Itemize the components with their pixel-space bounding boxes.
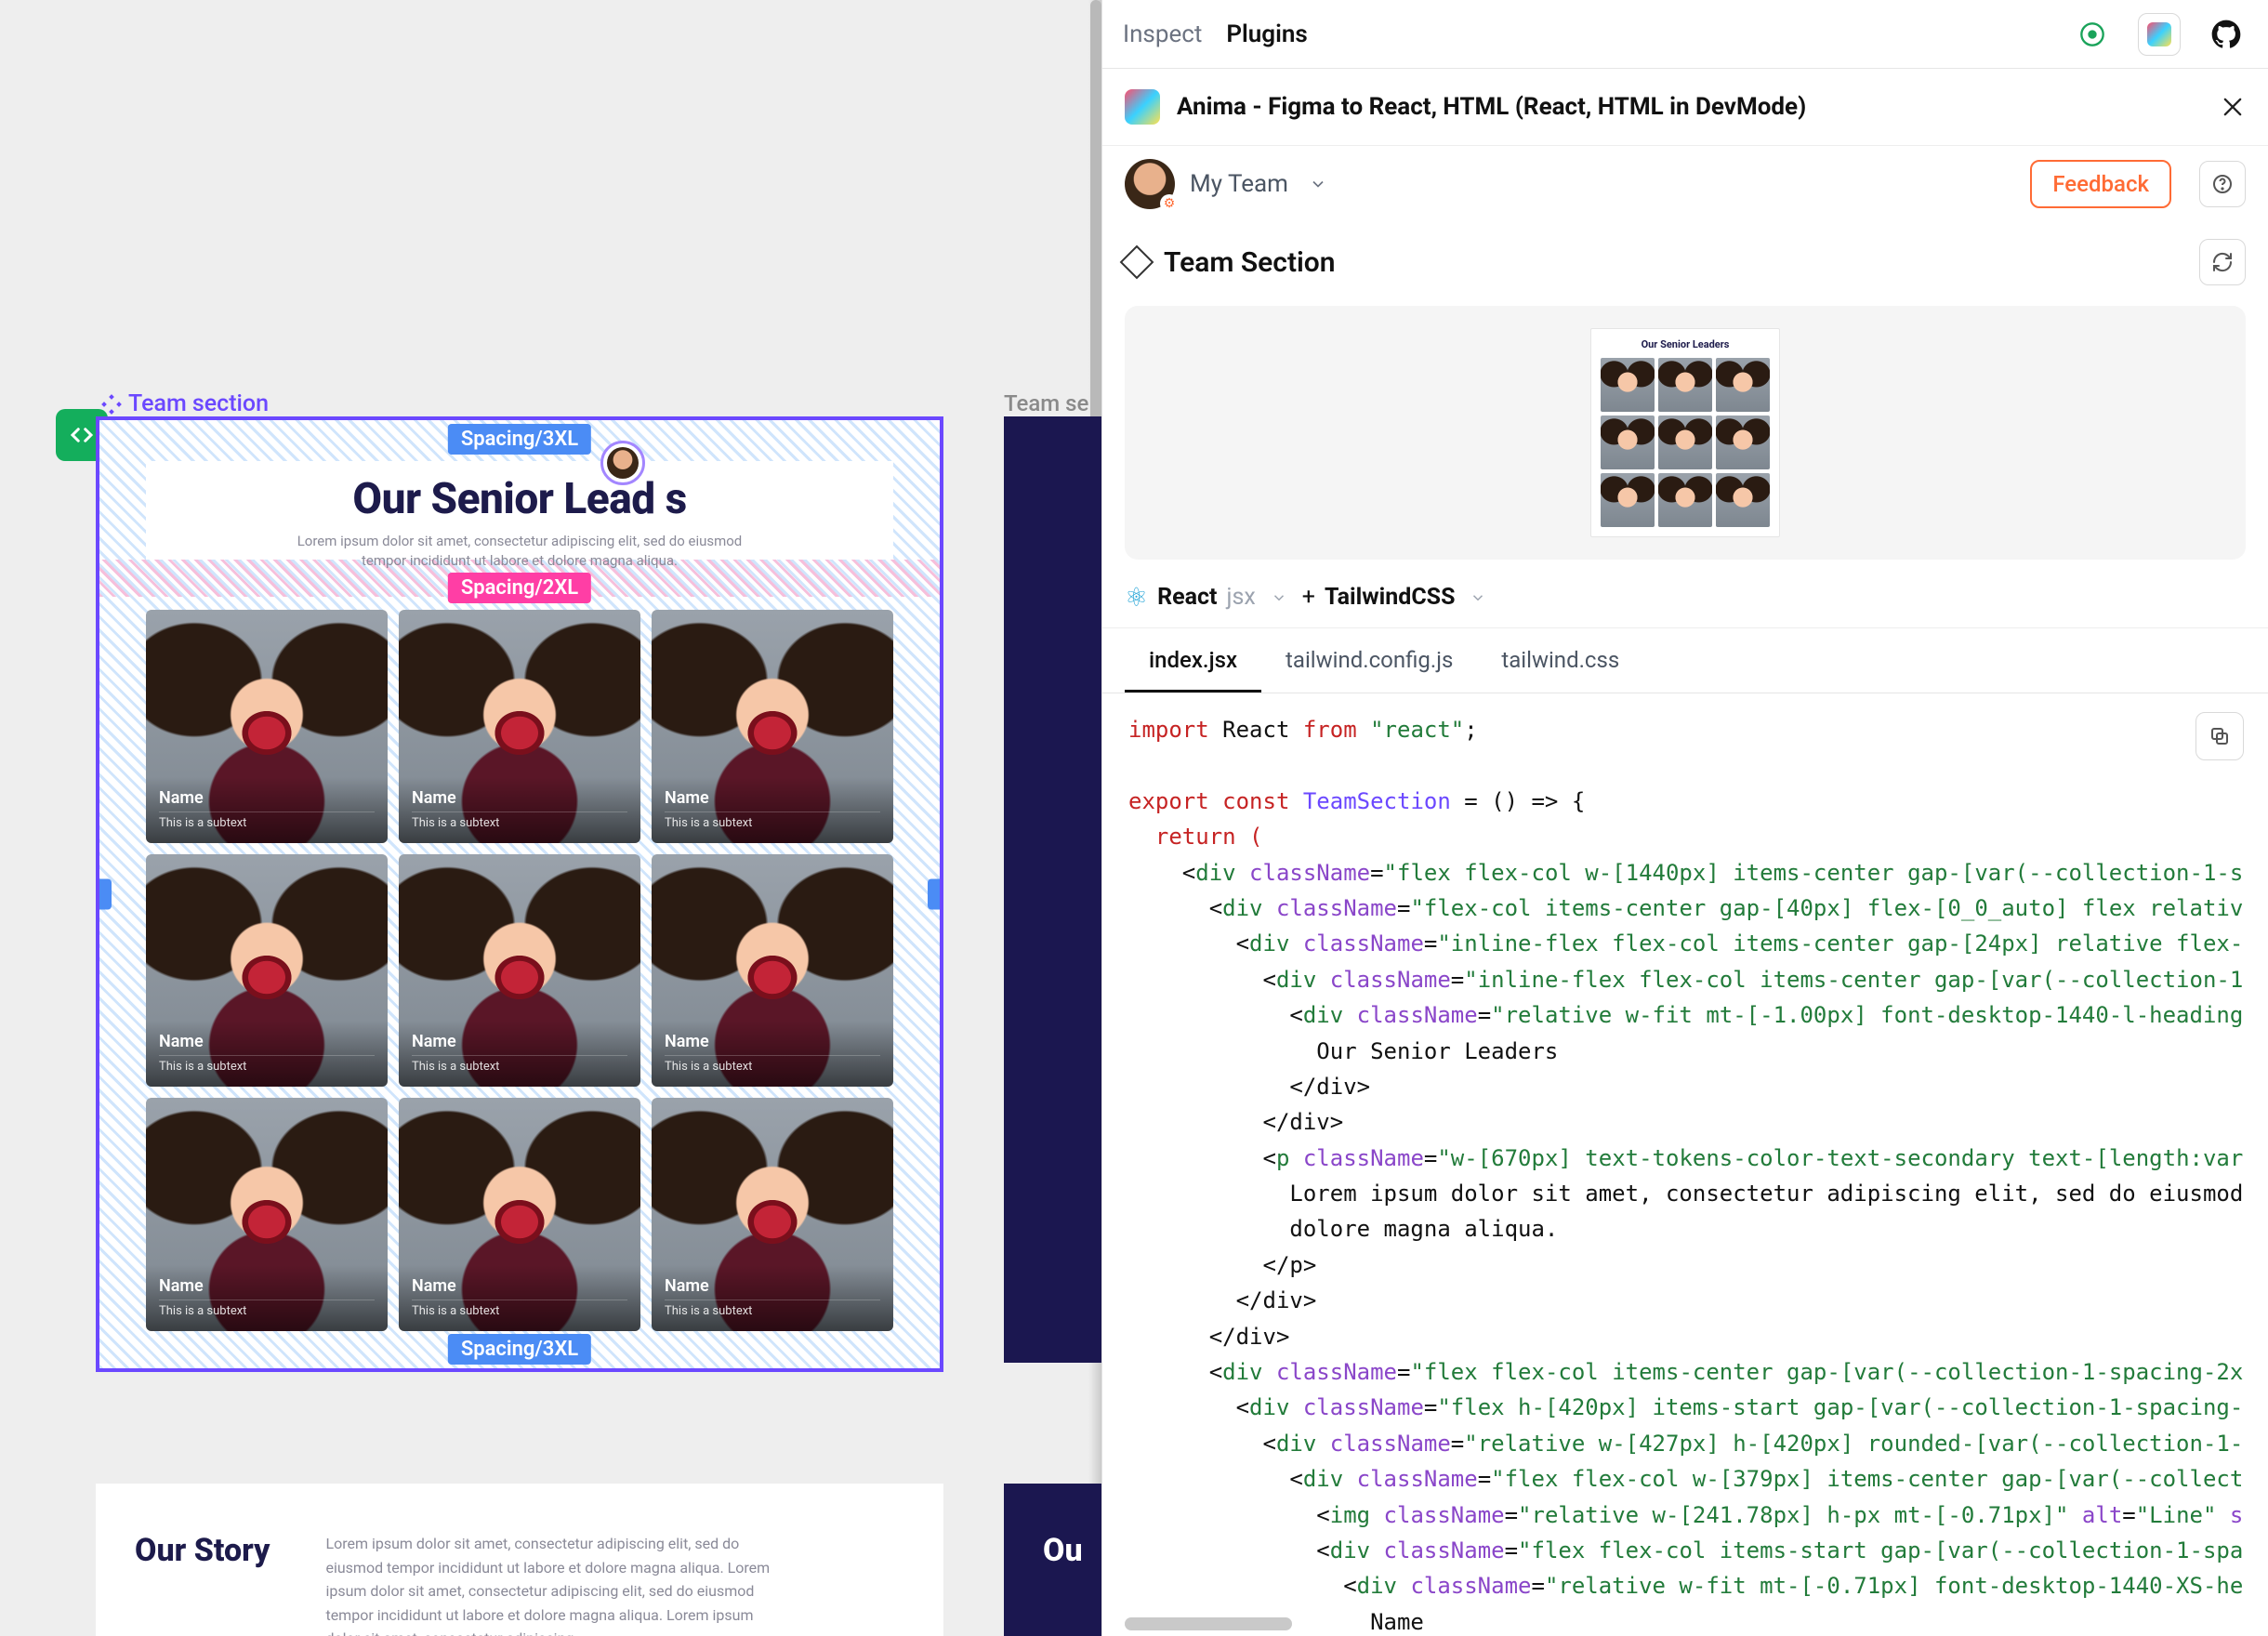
spacing-badge-bottom[interactable]: Spacing/3XL	[448, 1334, 591, 1365]
spacing-badge-right[interactable]: ...XL	[928, 879, 943, 910]
team-card[interactable]: NameThis is a subtext	[652, 1098, 893, 1331]
section-header-row: Team Section	[1102, 222, 2268, 302]
tab-plugins[interactable]: Plugins	[1226, 20, 1307, 48]
devmode-panel: Inspect Plugins Anima - Figma to React, …	[1101, 0, 2268, 1636]
team-card[interactable]: NameThis is a subtext	[146, 610, 388, 843]
team-card[interactable]: NameThis is a subtext	[399, 854, 640, 1088]
plugin-title: Anima - Figma to React, HTML (React, HTM…	[1177, 93, 1806, 121]
selected-frame[interactable]: Spacing/3XL Spacing/2XL ...XL ...XL Spac…	[96, 416, 943, 1372]
copy-icon	[2209, 725, 2231, 747]
component-preview: Our Senior Leaders	[1125, 306, 2246, 560]
devmode-tabbar: Inspect Plugins	[1102, 0, 2268, 69]
status-icon[interactable]	[2071, 13, 2114, 56]
heading-text: Our Senior Lead s	[146, 474, 893, 524]
spacing-badge-top[interactable]: Spacing/3XL	[448, 424, 591, 455]
adjacent-dark-frame[interactable]	[1004, 416, 1101, 1363]
frame-label-adjacent[interactable]: Team se	[1004, 390, 1088, 416]
feedback-button[interactable]: Feedback	[2030, 160, 2171, 208]
figma-canvas[interactable]: Team section Team se Spacing/3XL Spacing…	[0, 0, 1101, 1636]
chevron-down-icon[interactable]	[1271, 589, 1287, 606]
code-horizontal-scrollbar[interactable]	[1125, 1617, 2246, 1630]
code-viewer: import React from "react"; export const …	[1102, 693, 2268, 1636]
tab-inspect[interactable]: Inspect	[1123, 20, 1202, 48]
preview-heading: Our Senior Leaders	[1601, 338, 1770, 350]
collaborator-cursor-avatar	[600, 441, 645, 485]
framework-selector[interactable]: ⚛ React jsx + TailwindCSS	[1102, 567, 2268, 628]
team-card[interactable]: NameThis is a subtext	[652, 854, 893, 1088]
spacing-badge-mid[interactable]: Spacing/2XL	[448, 573, 591, 603]
team-card[interactable]: NameThis is a subtext	[399, 1098, 640, 1331]
team-card[interactable]: NameThis is a subtext	[146, 854, 388, 1088]
anima-plugin-chip[interactable]	[2138, 13, 2181, 56]
frame-label-text: Team section	[128, 390, 269, 417]
close-icon	[2220, 94, 2246, 120]
story-frame[interactable]: Our Story Lorem ipsum dolor sit amet, co…	[96, 1484, 943, 1636]
close-button[interactable]	[2220, 94, 2246, 120]
team-card[interactable]: NameThis is a subtext	[146, 1098, 388, 1331]
user-avatar[interactable]: ⚙	[1125, 159, 1175, 209]
frame-label[interactable]: Team section	[100, 390, 269, 417]
story-body: Lorem ipsum dolor sit amet, consectetur …	[325, 1532, 771, 1636]
team-card[interactable]: NameThis is a subtext	[652, 610, 893, 843]
team-card[interactable]: NameThis is a subtext	[399, 610, 640, 843]
story-frame-dark[interactable]: Ou	[1004, 1484, 1101, 1636]
refresh-icon	[2211, 251, 2234, 273]
chevron-down-icon[interactable]	[1309, 175, 1327, 193]
code-icon	[68, 421, 96, 449]
story-heading: Our Story	[135, 1532, 270, 1636]
react-icon: ⚛	[1125, 582, 1148, 613]
help-icon	[2211, 173, 2234, 195]
spacing-badge-left[interactable]: ...XL	[96, 879, 112, 910]
frame-icon	[1120, 245, 1154, 280]
gear-icon: ⚙	[1160, 194, 1179, 213]
team-selector-row: ⚙ My Team Feedback	[1102, 146, 2268, 222]
github-chip[interactable]	[2205, 13, 2248, 56]
code-scroll[interactable]: import React from "react"; export const …	[1102, 693, 2268, 1636]
anima-logo-icon	[1125, 89, 1160, 125]
anima-logo-icon	[2147, 22, 2171, 46]
circle-check-icon	[2079, 21, 2105, 47]
heading-subtext: Lorem ipsum dolor sit amet, consectetur …	[278, 532, 761, 571]
heading-block: Our Senior Lead s Lorem ipsum dolor sit …	[146, 461, 893, 560]
preview-thumbnail[interactable]: Our Senior Leaders	[1590, 328, 1780, 537]
github-icon	[2211, 20, 2241, 49]
copy-code-button[interactable]	[2195, 712, 2244, 760]
help-button[interactable]	[2199, 161, 2246, 207]
plugin-titlebar: Anima - Figma to React, HTML (React, HTM…	[1102, 69, 2268, 146]
code-content[interactable]: import React from "react"; export const …	[1128, 712, 2242, 1636]
chevron-down-icon[interactable]	[1470, 589, 1486, 606]
section-title: Team Section	[1164, 246, 1336, 279]
refresh-button[interactable]	[2199, 239, 2246, 285]
team-grid: NameThis is a subtext NameThis is a subt…	[146, 610, 893, 1331]
file-tab-tailwind-config[interactable]: tailwind.config.js	[1261, 628, 1477, 693]
file-tabs: index.jsx tailwind.config.js tailwind.cs…	[1102, 628, 2268, 693]
file-tab-tailwind-css[interactable]: tailwind.css	[1477, 628, 1643, 693]
file-tab-index[interactable]: index.jsx	[1125, 628, 1261, 693]
team-name[interactable]: My Team	[1190, 170, 1288, 198]
